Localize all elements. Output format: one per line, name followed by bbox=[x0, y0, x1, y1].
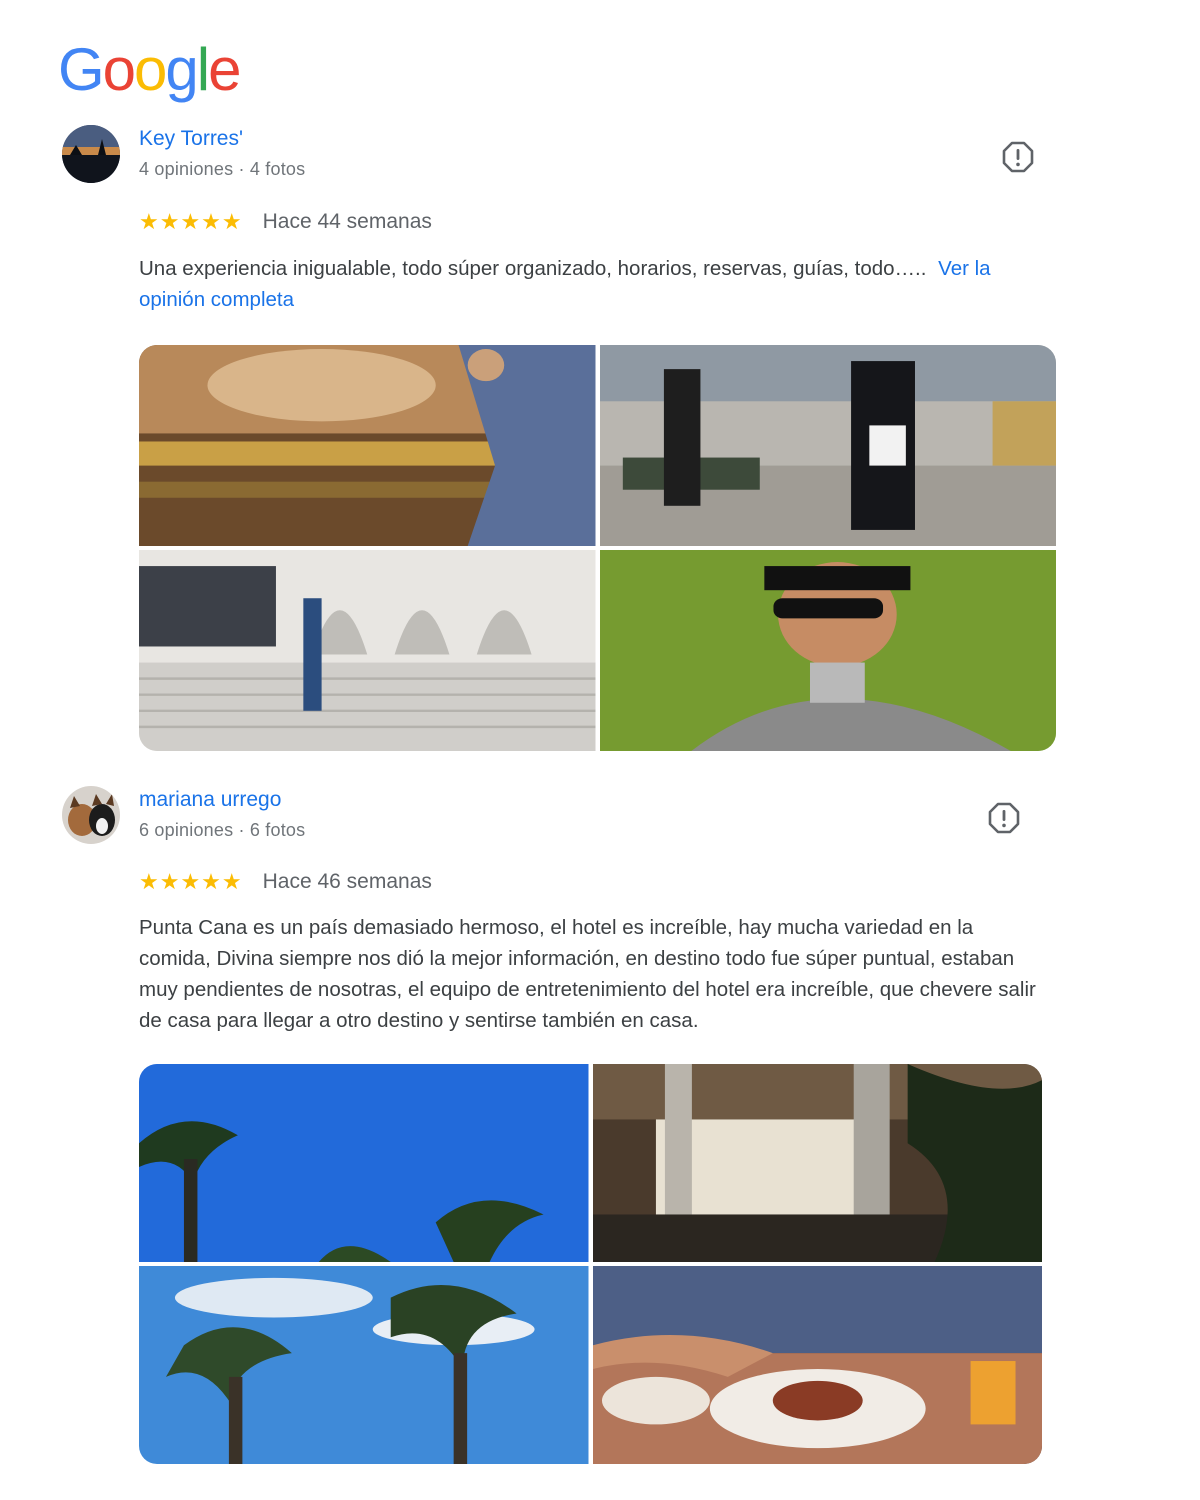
star-rating: ★★★★★ bbox=[139, 209, 243, 234]
city-street-photo[interactable] bbox=[599, 345, 1056, 546]
palm-trees-clouds-photo[interactable] bbox=[139, 1266, 589, 1464]
avatar[interactable] bbox=[62, 786, 120, 844]
reviewer-meta: 6 opiniones · 6 fotos bbox=[139, 820, 306, 840]
logo-letter: l bbox=[196, 36, 210, 103]
report-flag-icon[interactable] bbox=[1002, 141, 1034, 173]
logo-letter: G bbox=[58, 36, 105, 103]
rating-row: ★★★★★ Hace 44 semanas bbox=[139, 209, 432, 235]
photo-gallery bbox=[139, 345, 1056, 751]
google-logo: Google bbox=[58, 36, 242, 103]
review-card: mariana urrego 6 opiniones · 6 fotos ★★★… bbox=[62, 786, 1062, 1468]
review-text-block: Punta Cana es un país demasiado hermoso,… bbox=[139, 912, 1044, 1036]
hotel-restaurant-photo[interactable] bbox=[592, 1064, 1042, 1262]
photo-gallery bbox=[139, 1064, 1042, 1464]
avatar[interactable] bbox=[62, 125, 120, 183]
white-building-steps-photo[interactable] bbox=[139, 550, 596, 751]
review-date: Hace 44 semanas bbox=[262, 210, 432, 233]
reviewer-name[interactable]: mariana urrego bbox=[139, 788, 281, 812]
review-text: Una experiencia inigualable, todo súper … bbox=[139, 257, 927, 280]
logo-letter: g bbox=[165, 36, 198, 103]
selfie-on-grass-photo[interactable] bbox=[599, 550, 1056, 751]
palace-ceiling-photo[interactable] bbox=[139, 345, 596, 546]
reviewer-name[interactable]: Key Torres' bbox=[139, 127, 243, 151]
reviewer-meta: 4 opiniones · 4 fotos bbox=[139, 159, 306, 179]
review-card: Key Torres' 4 opiniones · 4 fotos ★★★★★ … bbox=[62, 125, 1062, 755]
logo-letter: o bbox=[134, 36, 167, 103]
review-date: Hace 46 semanas bbox=[262, 870, 432, 893]
review-text: Punta Cana es un país demasiado hermoso,… bbox=[139, 916, 1036, 1032]
dinner-plate-photo[interactable] bbox=[592, 1266, 1042, 1464]
logo-letter: o bbox=[102, 36, 136, 103]
review-text-block: Una experiencia inigualable, todo súper … bbox=[139, 253, 1059, 315]
palm-trees-sky-photo[interactable] bbox=[139, 1064, 589, 1262]
logo-letter: e bbox=[208, 36, 241, 103]
report-flag-icon[interactable] bbox=[988, 802, 1020, 834]
star-rating: ★★★★★ bbox=[139, 869, 243, 894]
rating-row: ★★★★★ Hace 46 semanas bbox=[139, 869, 432, 895]
